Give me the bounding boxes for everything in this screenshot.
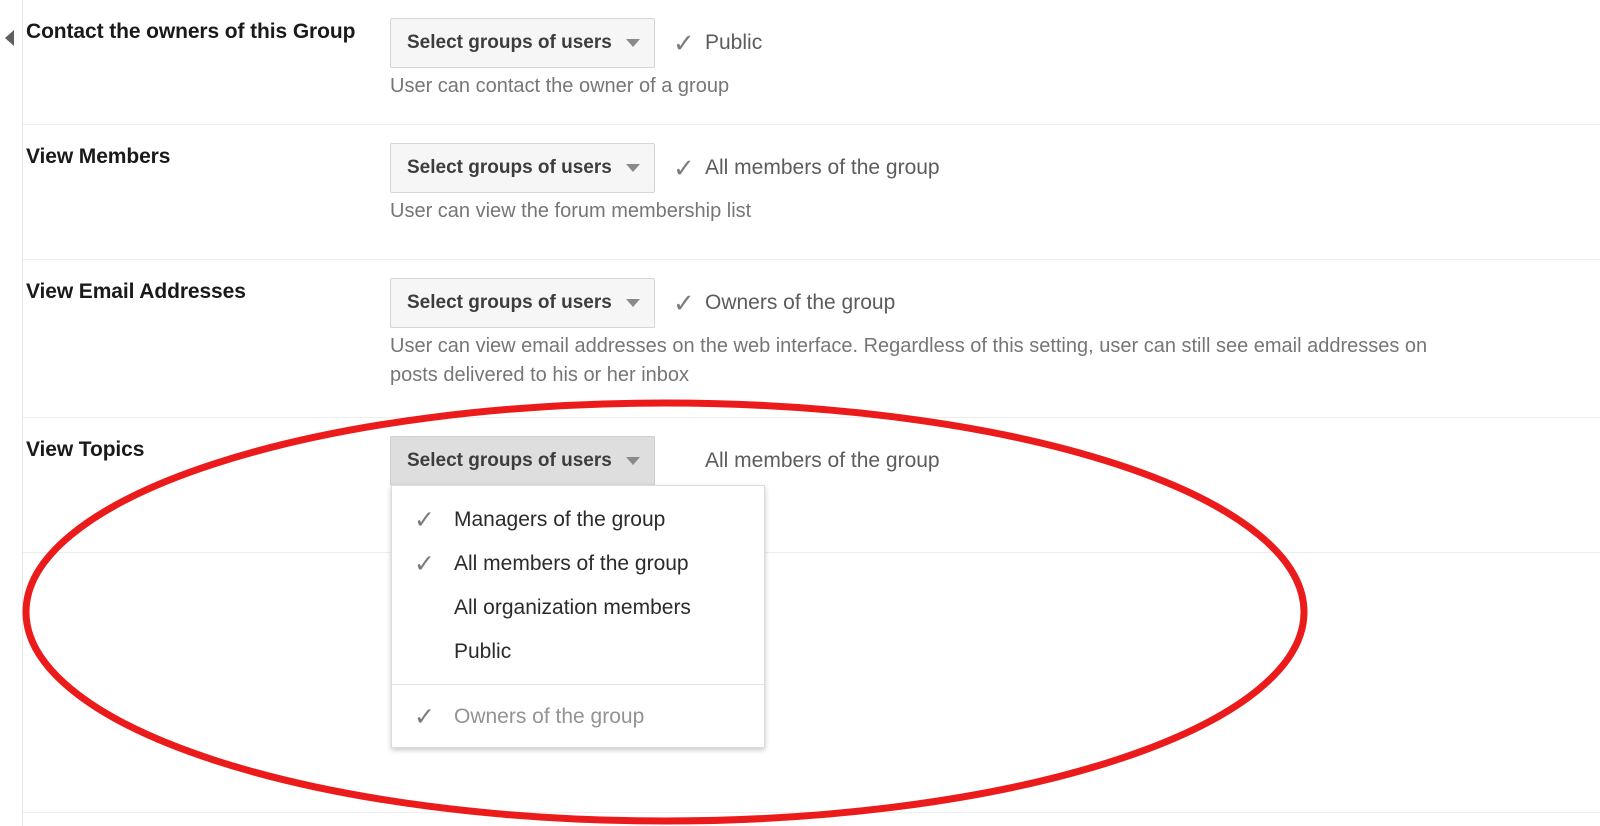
help-text: User can view email addresses on the web… (390, 335, 1428, 386)
check-icon-placeholder: ✓ (414, 637, 454, 667)
check-icon: ✓ (673, 288, 695, 318)
menu-item-label: Public (454, 640, 512, 663)
menu-item-label: Owners of the group (454, 705, 645, 728)
menu-item-managers-of-the-group[interactable]: ✓ Managers of the group (392, 498, 764, 542)
dropdown-label: Select groups of users (407, 32, 612, 53)
check-icon-placeholder: ✓ (414, 593, 454, 623)
current-value-text: Owners of the group (705, 291, 896, 314)
menu-separator (392, 684, 764, 685)
settings-page: Contact the owners of this Group Select … (0, 0, 1600, 826)
menu-item-label: All members of the group (454, 552, 689, 575)
settings-row-contact-owners: Contact the owners of this Group Select … (23, 0, 1600, 125)
triangle-left-icon[interactable] (5, 30, 14, 46)
check-icon: ✓ (414, 550, 435, 578)
settings-row-view-members: View Members Select groups of users ✓ Al… (23, 125, 1600, 260)
row-label: Contact the owners of this Group (26, 20, 356, 43)
current-value: ✓ All members of the group (673, 143, 940, 193)
help-text: User can contact the owner of a group (390, 75, 730, 97)
permissions-settings-table: Contact the owners of this Group Select … (23, 0, 1600, 826)
menu-item-all-members-of-the-group[interactable]: ✓ All members of the group (392, 542, 764, 586)
chevron-down-icon (626, 39, 640, 47)
row-body: Select groups of users ✓ Owners of the g… (390, 278, 1600, 406)
chevron-down-icon (626, 164, 640, 172)
select-groups-of-users-dropdown[interactable]: Select groups of users (390, 18, 655, 68)
chevron-down-icon (626, 457, 640, 465)
menu-item-public[interactable]: ✓ Public (392, 630, 764, 674)
current-value: All members of the group (673, 436, 940, 486)
dropdown-label: Select groups of users (407, 292, 612, 313)
menu-item-owners-of-the-group: ✓ Owners of the group (392, 695, 764, 739)
current-value-text: All members of the group (705, 449, 940, 472)
check-icon: ✓ (414, 506, 435, 534)
settings-row-empty (23, 553, 1600, 813)
row-body: Select groups of users ✓ Public User can… (390, 18, 1600, 117)
select-groups-of-users-dropdown[interactable]: Select groups of users (390, 436, 655, 486)
check-icon: ✓ (414, 703, 435, 731)
check-icon: ✓ (673, 153, 695, 183)
select-groups-of-users-menu: ✓ Managers of the group ✓ All members of… (391, 485, 765, 748)
current-value-text: All members of the group (705, 156, 940, 179)
current-value-text: Public (705, 31, 763, 54)
settings-row-view-topics: View Topics Select groups of users All m… (23, 418, 1600, 553)
select-groups-of-users-dropdown[interactable]: Select groups of users (390, 143, 655, 193)
current-value: ✓ Owners of the group (673, 278, 895, 328)
left-rail (0, 0, 23, 826)
select-groups-of-users-dropdown[interactable]: Select groups of users (390, 278, 655, 328)
dropdown-label: Select groups of users (407, 450, 612, 471)
help-text: User can view the forum membership list (390, 200, 752, 222)
menu-item-label: Managers of the group (454, 508, 666, 531)
control-line: Select groups of users ✓ Public (390, 18, 1600, 68)
chevron-down-icon (626, 299, 640, 307)
dropdown-label: Select groups of users (407, 157, 612, 178)
settings-row-view-email-addresses: View Email Addresses Select groups of us… (23, 260, 1600, 418)
control-line: Select groups of users All members of th… (390, 436, 1600, 486)
current-value: ✓ Public (673, 18, 762, 68)
row-label: View Topics (26, 438, 145, 461)
control-line: Select groups of users ✓ Owners of the g… (390, 278, 1600, 328)
menu-item-label: All organization members (454, 596, 691, 619)
row-label: View Email Addresses (26, 280, 246, 303)
menu-item-all-organization-members[interactable]: ✓ All organization members (392, 586, 764, 630)
check-icon: ✓ (673, 28, 695, 58)
row-body: Select groups of users ✓ All members of … (390, 143, 1600, 242)
row-label: View Members (26, 145, 171, 168)
control-line: Select groups of users ✓ All members of … (390, 143, 1600, 193)
